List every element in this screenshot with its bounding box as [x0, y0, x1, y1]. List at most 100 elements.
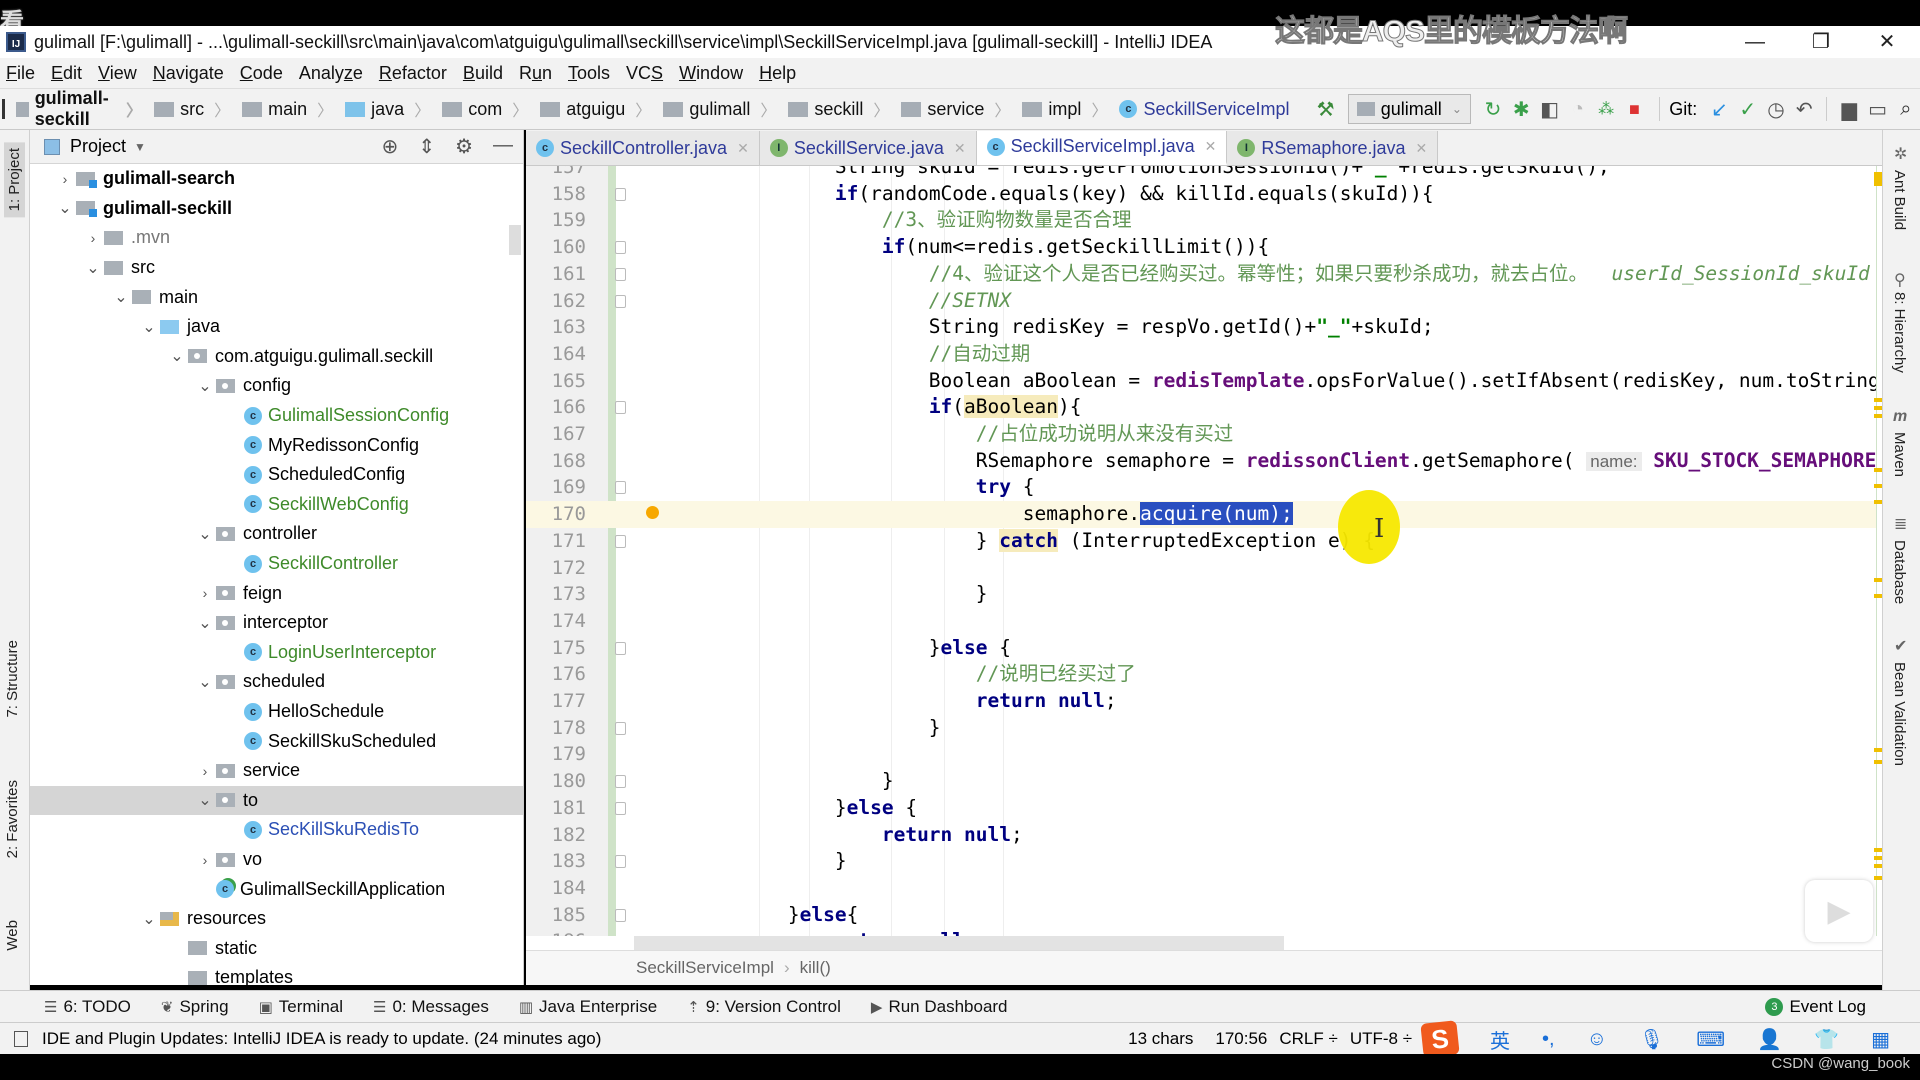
collapse-all-icon[interactable]: ⇕: [418, 134, 435, 159]
line-number[interactable]: 172: [526, 555, 586, 582]
chevron-down-icon[interactable]: ⌄: [138, 909, 160, 929]
chevron-right-icon[interactable]: ›: [54, 171, 76, 187]
line-number[interactable]: 163: [526, 314, 586, 341]
menu-item[interactable]: Navigate: [153, 63, 224, 84]
fold-toggle-icon[interactable]: [615, 801, 626, 815]
nav-crumb[interactable]: gulimall 〉: [657, 97, 782, 121]
line-number[interactable]: 173: [526, 581, 586, 608]
menu-item[interactable]: Refactor: [379, 63, 447, 84]
code-line[interactable]: 167 //占位成功说明从来没有买过: [526, 421, 1876, 448]
run-anything-icon[interactable]: ▭: [1867, 95, 1887, 123]
fold-toggle-icon[interactable]: [615, 534, 626, 548]
tool-tab-maven[interactable]: Maven: [1891, 432, 1908, 477]
debug-bug-icon[interactable]: ✱: [1511, 95, 1531, 123]
code-line[interactable]: 186 return null;: [526, 928, 1876, 936]
line-number[interactable]: 159: [526, 207, 586, 234]
line-number[interactable]: 160: [526, 234, 586, 261]
tree-item[interactable]: ⌄ main: [30, 282, 523, 312]
line-number[interactable]: 169: [526, 474, 586, 501]
code-line[interactable]: 185 }else{: [526, 902, 1876, 929]
git-commit-icon[interactable]: ✓: [1738, 95, 1758, 123]
tool-tab-ant-build[interactable]: Ant Build: [1891, 170, 1908, 230]
tool-tab-database[interactable]: Database: [1891, 540, 1908, 604]
tree-item[interactable]: ⌄ gulimall-seckill: [30, 194, 523, 224]
fold-toggle-icon[interactable]: [615, 267, 626, 281]
line-number[interactable]: 158: [526, 181, 586, 208]
tree-item[interactable]: › gulimall-search: [30, 164, 523, 194]
line-number[interactable]: 171: [526, 528, 586, 555]
chevron-down-icon[interactable]: ⌄: [110, 287, 132, 307]
menu-item[interactable]: File: [6, 63, 35, 84]
tree-item[interactable]: templates: [30, 963, 523, 985]
line-number[interactable]: 174: [526, 608, 586, 635]
menu-item[interactable]: View: [98, 63, 137, 84]
ime-keyboard-icon[interactable]: ⌨: [1696, 1027, 1725, 1052]
event-log-tab[interactable]: 3 Event Log: [1765, 991, 1866, 1023]
chevron-down-icon[interactable]: ⌄: [194, 790, 216, 810]
breadcrumb-method[interactable]: kill(): [800, 958, 831, 978]
tree-item[interactable]: c SecKillSkuRedisTo: [30, 815, 523, 845]
close-tab-icon[interactable]: ✕: [954, 140, 966, 157]
tree-item[interactable]: c HelloSchedule: [30, 697, 523, 727]
error-stripe[interactable]: [1874, 166, 1886, 936]
git-update-icon[interactable]: ↙: [1709, 95, 1729, 123]
tree-item[interactable]: ⌄ src: [30, 253, 523, 283]
close-tab-icon[interactable]: ✕: [1205, 138, 1217, 155]
git-rollback-icon[interactable]: ↶: [1794, 95, 1814, 123]
line-number[interactable]: 177: [526, 688, 586, 715]
nav-crumb[interactable]: src 〉: [148, 97, 236, 121]
code-line[interactable]: 176 //说明已经买过了: [526, 661, 1876, 688]
caret-position[interactable]: 170:56: [1215, 1029, 1267, 1049]
chevron-down-icon[interactable]: ⌄: [138, 317, 160, 337]
line-number[interactable]: 186: [526, 928, 586, 936]
build-hammer-icon[interactable]: ⚒: [1316, 95, 1336, 123]
code-line[interactable]: 163 String redisKey = respVo.getId()+"_"…: [526, 314, 1876, 341]
chevron-down-icon[interactable]: ⌄: [194, 613, 216, 633]
file-encoding[interactable]: UTF-8 ÷: [1350, 1029, 1412, 1049]
search-everywhere-icon[interactable]: ⌕: [1896, 95, 1916, 123]
bottom-tool-tab[interactable]: ☰ 6: TODO: [44, 997, 131, 1017]
settings-gear-icon[interactable]: ⚙: [455, 134, 473, 159]
code-line[interactable]: 164 //自动过期: [526, 341, 1876, 368]
chevron-right-icon[interactable]: ›: [194, 763, 216, 779]
chevron-down-icon[interactable]: ⌄: [54, 198, 76, 218]
code-line[interactable]: 168 RSemaphore semaphore = redissonClien…: [526, 448, 1876, 475]
tree-item[interactable]: c MyRedissonConfig: [30, 430, 523, 460]
tree-item[interactable]: ⌄ resources: [30, 904, 523, 934]
tree-item[interactable]: c SeckillController: [30, 549, 523, 579]
code-line[interactable]: 183 }: [526, 848, 1876, 875]
bottom-tool-tab[interactable]: ▶ Run Dashboard: [871, 997, 1008, 1017]
menu-item[interactable]: Run: [519, 63, 552, 84]
tree-item[interactable]: › feign: [30, 578, 523, 608]
chevron-right-icon[interactable]: ›: [194, 585, 216, 601]
ime-voice-icon[interactable]: 🎙: [1639, 1027, 1664, 1052]
intention-bulb-icon[interactable]: [646, 506, 659, 520]
line-number[interactable]: 162: [526, 288, 586, 315]
bottom-tool-tab[interactable]: ▥ Java Enterprise: [519, 997, 657, 1017]
bottom-tool-tab[interactable]: ▣ Terminal: [259, 997, 343, 1017]
ime-user-icon[interactable]: 👤: [1757, 1027, 1782, 1052]
tree-item[interactable]: › vo: [30, 845, 523, 875]
code-line[interactable]: 179: [526, 741, 1876, 768]
ime-language-toggle[interactable]: 英: [1490, 1025, 1510, 1054]
line-number[interactable]: 165: [526, 368, 586, 395]
fold-toggle-icon[interactable]: [615, 721, 626, 735]
nav-crumb[interactable]: seckill 〉: [782, 97, 895, 121]
nav-crumb[interactable]: java 〉: [339, 97, 436, 121]
run-config-dropdown[interactable]: gulimall ⌄: [1347, 94, 1471, 124]
tool-tab-bean-validation[interactable]: Bean Validation: [1891, 662, 1908, 766]
project-scrollbar[interactable]: [509, 225, 521, 255]
chevron-down-icon[interactable]: ⌄: [82, 258, 104, 278]
hide-panel-icon[interactable]: —: [493, 134, 513, 159]
fold-toggle-icon[interactable]: [615, 641, 626, 655]
tree-item[interactable]: › service: [30, 756, 523, 786]
code-line[interactable]: 184: [526, 875, 1876, 902]
fold-toggle-icon[interactable]: [615, 855, 626, 869]
code-line[interactable]: 166 if(aBoolean){: [526, 394, 1876, 421]
sogou-ime-logo[interactable]: S: [1420, 1020, 1460, 1058]
editor-tab[interactable]: c SeckillController.java ✕: [526, 131, 760, 165]
tree-item[interactable]: c GulimallSessionConfig: [30, 401, 523, 431]
line-number[interactable]: 181: [526, 795, 586, 822]
line-number[interactable]: 166: [526, 394, 586, 421]
code-line[interactable]: 170 semaphore.acquire(num);: [526, 501, 1876, 528]
